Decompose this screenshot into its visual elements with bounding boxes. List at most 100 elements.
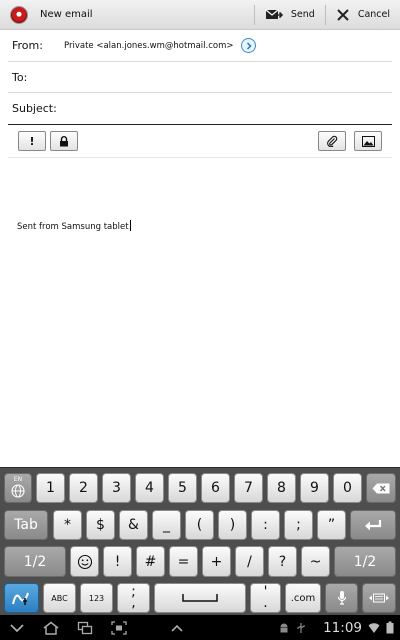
key-1[interactable]: 1 bbox=[36, 473, 65, 503]
emoticon-key[interactable] bbox=[70, 546, 99, 577]
key-plus[interactable]: + bbox=[202, 546, 231, 577]
send-icon bbox=[265, 9, 283, 19]
chevron-down-icon bbox=[10, 623, 24, 632]
battery-icon bbox=[386, 621, 394, 634]
comma-label: , bbox=[131, 595, 136, 611]
status-clock: 11:09 bbox=[323, 619, 362, 636]
key-paren-close[interactable]: ) bbox=[218, 510, 247, 540]
screen-title: New email bbox=[40, 9, 93, 20]
semicolon-comma-key[interactable]: ; , bbox=[117, 583, 150, 613]
screenshot-button[interactable] bbox=[102, 615, 136, 640]
enter-key[interactable] bbox=[350, 510, 396, 540]
text-caret bbox=[129, 220, 131, 231]
from-account[interactable]: Private <alan.jones.wm@hotmail.com> bbox=[64, 41, 233, 51]
image-icon bbox=[361, 135, 375, 147]
priority-button[interactable]: ! bbox=[18, 131, 46, 151]
android-debug-icon bbox=[280, 623, 288, 632]
smiley-icon bbox=[77, 554, 92, 569]
send-label: Send bbox=[290, 9, 315, 20]
key-4[interactable]: 4 bbox=[135, 473, 164, 503]
subject-field[interactable] bbox=[64, 93, 392, 124]
wifi-icon bbox=[368, 622, 380, 633]
key-8[interactable]: 8 bbox=[267, 473, 296, 503]
tab-key[interactable]: Tab bbox=[4, 510, 48, 540]
compose-toolbar: ! bbox=[8, 126, 392, 158]
key-semicolon[interactable]: ; bbox=[284, 510, 313, 540]
enter-icon bbox=[365, 519, 382, 530]
screen-capture-icon bbox=[111, 620, 127, 635]
voice-input-key[interactable] bbox=[325, 583, 358, 613]
symbol-page-key-left[interactable]: 1/2 bbox=[4, 546, 66, 577]
backspace-icon bbox=[372, 483, 390, 493]
apostrophe-period-key[interactable]: ' . bbox=[250, 583, 281, 613]
chevron-up-icon bbox=[171, 624, 183, 632]
key-6[interactable]: 6 bbox=[201, 473, 230, 503]
from-row: From: Private <alan.jones.wm@hotmail.com… bbox=[8, 30, 392, 62]
key-quote[interactable]: ” bbox=[317, 510, 346, 540]
key-asterisk[interactable]: * bbox=[53, 510, 82, 540]
close-icon bbox=[337, 8, 349, 21]
to-label: To: bbox=[12, 70, 28, 84]
quick-panel-button[interactable] bbox=[160, 615, 194, 640]
paperclip-icon bbox=[327, 135, 338, 147]
key-paren-open[interactable]: ( bbox=[185, 510, 214, 540]
microphone-icon bbox=[337, 591, 346, 605]
security-button[interactable] bbox=[50, 131, 78, 151]
key-question[interactable]: ? bbox=[268, 546, 297, 577]
send-button[interactable]: Send bbox=[255, 0, 325, 29]
account-picker-button[interactable] bbox=[241, 38, 257, 53]
key-colon[interactable]: : bbox=[251, 510, 280, 540]
key-ampersand[interactable]: & bbox=[119, 510, 148, 540]
dotcom-key[interactable]: .com bbox=[285, 583, 321, 613]
home-icon bbox=[43, 621, 59, 635]
system-bar: 11:09 bbox=[0, 615, 400, 640]
handwriting-key[interactable] bbox=[4, 583, 39, 613]
to-field[interactable] bbox=[64, 62, 392, 92]
period-label: . bbox=[263, 595, 268, 611]
email-body[interactable]: Sent from Samsung tablet bbox=[17, 220, 131, 232]
space-key[interactable] bbox=[154, 583, 246, 613]
key-0[interactable]: 0 bbox=[333, 473, 362, 503]
symbol-page-key-right[interactable]: 1/2 bbox=[334, 546, 396, 577]
hide-keyboard-button[interactable] bbox=[0, 615, 34, 640]
subject-row: Subject: bbox=[8, 93, 392, 125]
key-slash[interactable]: / bbox=[235, 546, 264, 577]
keyboard-settings-key[interactable] bbox=[362, 583, 396, 613]
abc-key[interactable]: ABC bbox=[43, 583, 76, 613]
globe-icon bbox=[11, 483, 25, 498]
usb-icon bbox=[297, 622, 305, 633]
status-icons: 11:09 bbox=[279, 620, 400, 636]
action-bar: New email Send Cancel bbox=[0, 0, 400, 30]
key-7[interactable]: 7 bbox=[234, 473, 263, 503]
chevron-right-icon bbox=[246, 41, 252, 50]
space-icon bbox=[182, 594, 218, 602]
from-label: From: bbox=[12, 39, 43, 52]
cancel-button[interactable]: Cancel bbox=[326, 0, 400, 29]
attach-button[interactable] bbox=[318, 131, 346, 151]
key-hash[interactable]: # bbox=[136, 546, 165, 577]
key-equals[interactable]: = bbox=[169, 546, 198, 577]
handwriting-icon bbox=[11, 592, 29, 605]
email-app-icon bbox=[10, 5, 28, 24]
to-row: To: bbox=[8, 62, 392, 93]
key-3[interactable]: 3 bbox=[102, 473, 131, 503]
language-indicator: EN bbox=[13, 476, 23, 483]
key-5[interactable]: 5 bbox=[168, 473, 197, 503]
backspace-key[interactable] bbox=[366, 473, 396, 503]
insert-image-button[interactable] bbox=[354, 131, 382, 151]
key-9[interactable]: 9 bbox=[300, 473, 329, 503]
subject-label: Subject: bbox=[12, 102, 57, 115]
key-2[interactable]: 2 bbox=[69, 473, 98, 503]
key-tilde[interactable]: ~ bbox=[301, 546, 330, 577]
signature-text: Sent from Samsung tablet bbox=[17, 222, 129, 232]
recent-apps-button[interactable] bbox=[68, 615, 102, 640]
key-exclamation[interactable]: ! bbox=[103, 546, 132, 577]
recent-apps-icon bbox=[77, 621, 93, 634]
numeric-key[interactable]: 123 bbox=[80, 583, 113, 613]
language-key[interactable]: EN bbox=[4, 473, 32, 503]
key-dollar[interactable]: $ bbox=[86, 510, 115, 540]
lock-icon bbox=[60, 135, 68, 146]
keyboard-move-icon bbox=[369, 593, 389, 603]
key-underscore[interactable]: _ bbox=[152, 510, 181, 540]
home-button[interactable] bbox=[34, 615, 68, 640]
